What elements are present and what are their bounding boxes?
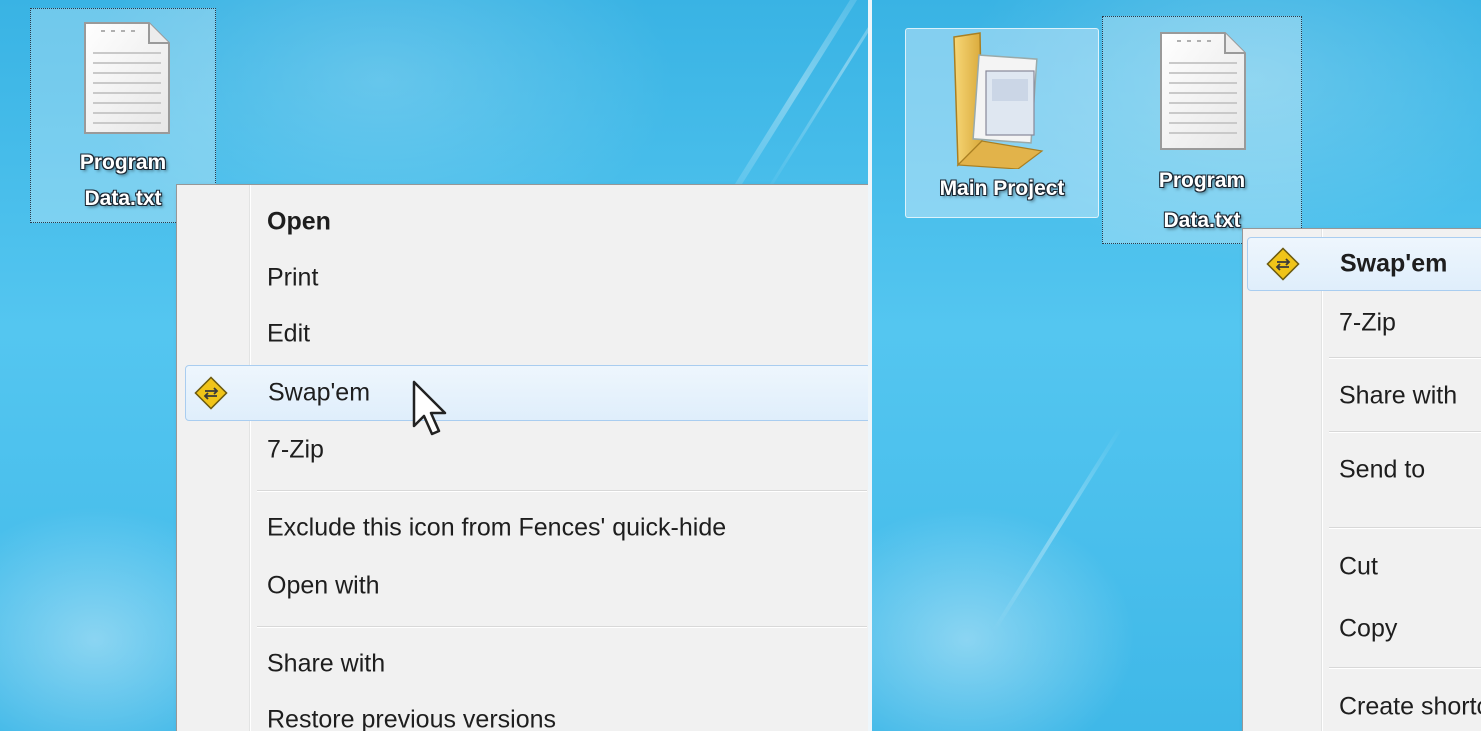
folder-icon <box>953 32 1044 169</box>
menu-item-open[interactable]: Open <box>181 195 868 249</box>
text-file-icon <box>1160 32 1246 150</box>
menu-item-swapem[interactable]: Swap'em <box>1247 237 1481 291</box>
menu-separator <box>257 626 867 628</box>
icon-label-line1: Program <box>79 151 167 174</box>
menu-item-open-with[interactable]: Open with <box>181 557 868 615</box>
menu-item-create-shortcut[interactable]: Create shortcut <box>1247 679 1481 731</box>
menu-item-exclude-fences[interactable]: Exclude this icon from Fences' quick-hid… <box>181 501 868 555</box>
context-menu-left: Open Print Edit Swap'em 7-Zip Exclude th… <box>176 184 868 731</box>
desktop-left: Program Data.txt Open Print Edit Swap'em… <box>0 0 868 731</box>
wallpaper-streak <box>760 0 868 202</box>
icon-label: Main Project <box>939 177 1065 200</box>
menu-item-7zip[interactable]: 7-Zip <box>181 423 868 477</box>
menu-separator <box>257 490 867 492</box>
desktop-icon-program-data[interactable]: Program Data.txt <box>1102 16 1302 244</box>
menu-item-swapem[interactable]: Swap'em <box>185 365 868 421</box>
context-menu-right: Swap'em 7-Zip Share with Send to Cut Cop… <box>1242 228 1481 731</box>
menu-item-print[interactable]: Print <box>181 251 868 305</box>
menu-item-share-with[interactable]: Share with <box>1247 367 1481 425</box>
wallpaper-streak <box>992 426 1123 633</box>
menu-item-cut[interactable]: Cut <box>1247 539 1481 595</box>
menu-item-copy[interactable]: Copy <box>1247 601 1481 657</box>
menu-item-7zip[interactable]: 7-Zip <box>1247 295 1481 351</box>
menu-item-share-with[interactable]: Share with <box>181 637 868 691</box>
swapem-icon <box>194 376 228 410</box>
menu-separator <box>1329 357 1481 359</box>
icon-label-line1: Program <box>1158 169 1246 192</box>
menu-item-send-to[interactable]: Send to <box>1247 441 1481 499</box>
menu-separator <box>1329 431 1481 433</box>
menu-separator <box>1329 667 1481 669</box>
swapem-icon <box>1266 247 1300 281</box>
desktop-icon-main-project[interactable]: Main Project <box>905 28 1099 218</box>
menu-item-restore-versions[interactable]: Restore previous versions <box>181 693 868 731</box>
mouse-cursor-icon <box>412 380 447 436</box>
menu-separator <box>1329 527 1481 529</box>
text-file-icon <box>84 22 170 134</box>
desktop-right: Main Project Program Data.txt Swap'em 7-… <box>872 0 1481 731</box>
menu-item-edit[interactable]: Edit <box>181 307 868 361</box>
